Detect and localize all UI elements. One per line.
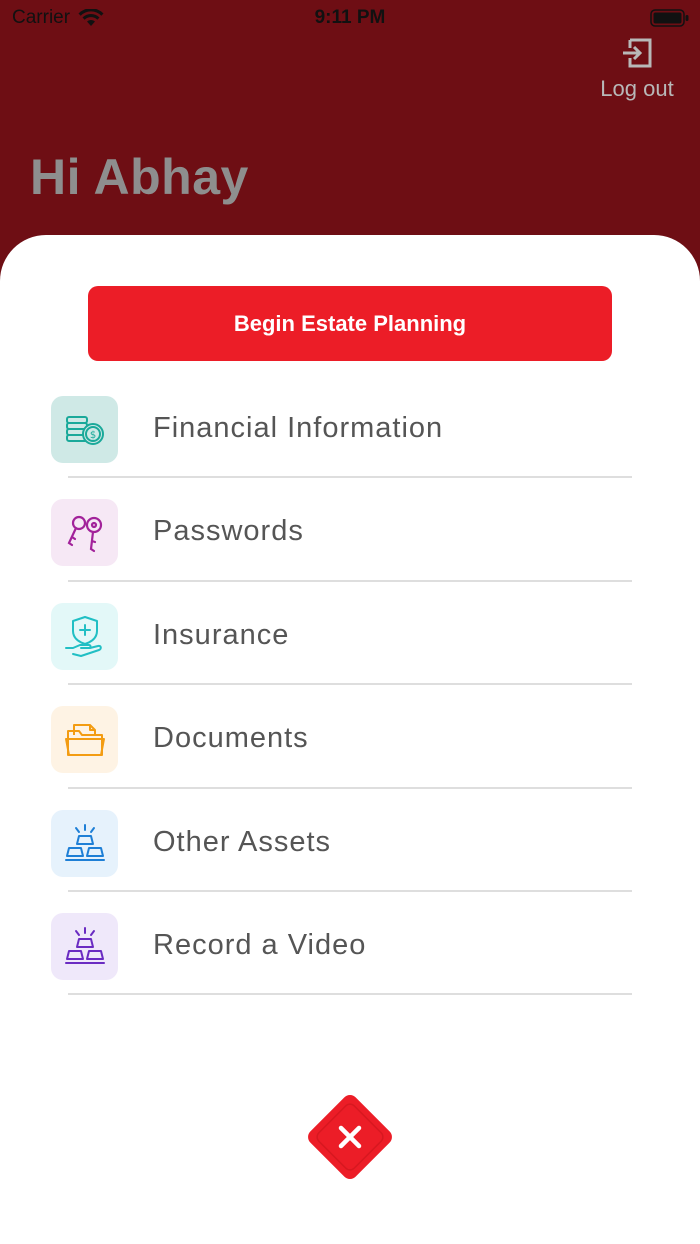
gold-bars-icon bbox=[51, 912, 118, 980]
menu-item-other-assets[interactable]: Other Assets bbox=[0, 789, 700, 892]
divider bbox=[68, 993, 632, 996]
folder-icon bbox=[51, 706, 118, 774]
battery-icon bbox=[650, 8, 690, 34]
logout-label: Log out bbox=[600, 76, 674, 101]
status-bar: Carrier 9:11 PM bbox=[0, 0, 700, 36]
estate-menu: $ Financial Information Passwords Insura… bbox=[0, 375, 700, 996]
menu-item-label: Documents bbox=[153, 722, 309, 755]
logout-icon bbox=[623, 38, 652, 68]
menu-item-label: Financial Information bbox=[153, 412, 444, 444]
status-time: 9:11 PM bbox=[314, 7, 386, 28]
coins-icon: $ bbox=[51, 396, 118, 463]
keys-icon bbox=[51, 499, 118, 567]
menu-item-documents[interactable]: Documents bbox=[0, 685, 700, 789]
menu-item-label: Record a Video bbox=[153, 928, 367, 961]
menu-item-label: Passwords bbox=[153, 515, 304, 548]
svg-text:$: $ bbox=[89, 430, 95, 441]
gold-bars-icon bbox=[51, 809, 118, 877]
begin-estate-planning-label: Begin Estate Planning bbox=[233, 310, 467, 336]
begin-estate-planning-button[interactable]: Begin Estate Planning bbox=[88, 286, 612, 361]
menu-item-label: Other Assets bbox=[153, 825, 332, 858]
menu-item-label: Insurance bbox=[153, 618, 290, 651]
menu-item-record-video[interactable]: Record a Video bbox=[0, 892, 700, 996]
menu-item-passwords[interactable]: Passwords bbox=[0, 478, 700, 582]
logout-button[interactable]: Log out bbox=[592, 36, 682, 102]
menu-item-financial-information[interactable]: $ Financial Information bbox=[0, 375, 700, 479]
greeting-title: Hi Abhay bbox=[30, 149, 249, 205]
menu-item-insurance[interactable]: Insurance bbox=[0, 582, 700, 686]
close-button[interactable] bbox=[297, 1084, 403, 1190]
insurance-icon bbox=[51, 602, 118, 670]
menu-sheet: Begin Estate Planning $ Financial Inform… bbox=[0, 235, 700, 1244]
